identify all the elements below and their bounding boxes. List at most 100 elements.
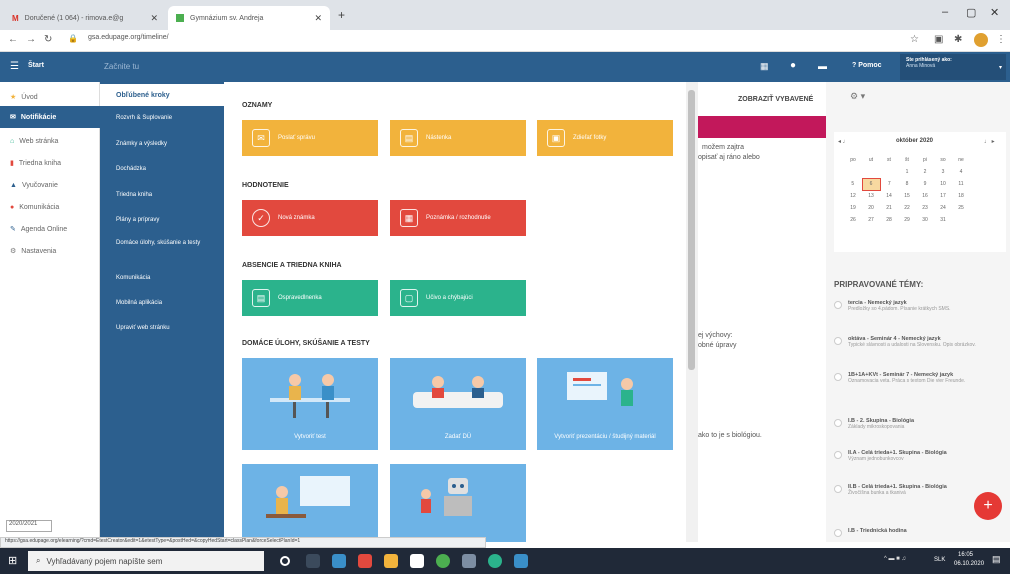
- calendar-day[interactable]: 2: [916, 166, 934, 178]
- calendar-day[interactable]: 14: [880, 190, 898, 202]
- teacher-board-card[interactable]: [242, 464, 378, 542]
- topic-radio[interactable]: [834, 529, 842, 537]
- pin-icon[interactable]: ✱: [954, 34, 962, 45]
- next-month-button[interactable]: ♩ ▸: [984, 138, 995, 145]
- noticeboard-card[interactable]: ▤ Nástenka: [390, 120, 526, 156]
- tab-edupage[interactable]: Gymnázium sv. Andreja ✕: [168, 6, 330, 30]
- calendar-day[interactable]: 17: [934, 190, 952, 202]
- topic-item[interactable]: II.A - Celá trieda+1. Skupina - Biológia…: [834, 450, 1004, 462]
- calendar-day[interactable]: 12: [844, 190, 862, 202]
- menu-mobilna[interactable]: Mobilná aplikácia: [116, 300, 222, 306]
- topic-item[interactable]: I.B - Triednická hodina: [834, 528, 1004, 537]
- calendar-day[interactable]: 28: [880, 214, 898, 226]
- topic-radio[interactable]: [834, 301, 842, 309]
- nav-komunikacia[interactable]: ● Komunikácia: [0, 196, 100, 218]
- nav-nastavenia[interactable]: ⚙ Nastavenia: [0, 240, 100, 262]
- calendar-day[interactable]: 30: [916, 214, 934, 226]
- topic-item[interactable]: I.B - 2. Skupina - Biológia Základy mikro…: [834, 418, 1004, 430]
- calendar-day[interactable]: 24: [934, 202, 952, 214]
- menu-triedna-kniha[interactable]: Triedna kniha: [116, 192, 222, 198]
- nav-uvod[interactable]: ★ Úvod: [0, 86, 100, 108]
- folder-icon[interactable]: [384, 554, 398, 568]
- topic-item[interactable]: tercia - Nemecký jazyk Predložky so 4.pád…: [834, 300, 1004, 312]
- profile-avatar[interactable]: [974, 33, 988, 47]
- topic-item[interactable]: oktáva - Seminár 4 - Nemecký jazyk Typick…: [834, 336, 1004, 348]
- calendar-day[interactable]: 3: [934, 166, 952, 178]
- calendar-day[interactable]: 1: [898, 166, 916, 178]
- store-icon[interactable]: [332, 554, 346, 568]
- menu-domace-ulohy[interactable]: Domáce úlohy, skúšanie a testy: [116, 240, 222, 246]
- menu-plany[interactable]: Plány a prípravy: [116, 217, 222, 223]
- nav-notifikacie[interactable]: ✉ Notifikácie: [0, 106, 100, 128]
- calendar-day[interactable]: 11: [952, 178, 970, 190]
- cortana-icon[interactable]: [280, 556, 290, 566]
- calendar-day[interactable]: 13: [862, 190, 880, 202]
- calendar-day[interactable]: 21: [880, 202, 898, 214]
- calendar-day[interactable]: 19: [844, 202, 862, 214]
- close-tab-icon[interactable]: ✕: [314, 13, 322, 24]
- settings-gear-icon[interactable]: ⚙ ▾: [850, 91, 865, 102]
- edge-icon[interactable]: [488, 554, 502, 568]
- close-tab-icon[interactable]: ✕: [150, 13, 158, 24]
- new-grade-card[interactable]: ✓ Nová známka: [242, 200, 378, 236]
- messages-icon[interactable]: ●: [790, 60, 796, 71]
- browser-menu-icon[interactable]: ⋮: [996, 34, 1006, 45]
- nav-triedna-kniha[interactable]: ▮ Triedna kniha: [0, 152, 100, 174]
- show-saved-button[interactable]: ZOBRAZIŤ VYBAVENÉ: [738, 96, 813, 103]
- clock-date[interactable]: 06.10.2020: [954, 561, 984, 567]
- prev-month-button[interactable]: ◂ ♩: [838, 138, 849, 145]
- start-label[interactable]: Štart: [28, 62, 44, 69]
- share-photos-card[interactable]: ▣ Zdieľať fotky: [537, 120, 673, 156]
- close-window-button[interactable]: ✕: [990, 6, 999, 19]
- note-card[interactable]: ▦ Poznámka / rozhodnutie: [390, 200, 526, 236]
- add-fab-button[interactable]: +: [974, 492, 1002, 520]
- forward-icon[interactable]: →: [26, 34, 36, 45]
- calendar-day[interactable]: 16: [916, 190, 934, 202]
- back-icon[interactable]: ←: [8, 34, 18, 45]
- tray-icons[interactable]: ^ ▬ ■ ♫: [884, 556, 906, 562]
- calendar-day[interactable]: 8: [898, 178, 916, 190]
- create-presentation-card[interactable]: Vytvoriť prezentáciu / študijný materiál: [537, 358, 673, 450]
- user-menu[interactable]: Ste prihlásený ako: Anna Minová ▾: [900, 54, 1006, 80]
- robot-card[interactable]: [390, 464, 526, 542]
- tab-gmail[interactable]: M Doručené (1 064) - rimova.e@g ✕: [4, 6, 166, 30]
- topic-radio[interactable]: [834, 373, 842, 381]
- calendar-day[interactable]: 25: [952, 202, 970, 214]
- calendar-day[interactable]: 22: [898, 202, 916, 214]
- language-indicator[interactable]: SLK: [934, 557, 945, 563]
- minimize-button[interactable]: –: [942, 6, 948, 18]
- menu-znamky[interactable]: Známky a výsledky: [116, 141, 222, 147]
- url-field[interactable]: gsa.edupage.org/timeline/: [88, 34, 169, 41]
- calendar-day[interactable]: 15: [898, 190, 916, 202]
- maximize-button[interactable]: ▢: [966, 6, 976, 19]
- nav-vyucovanie[interactable]: ▲ Vyučovanie: [0, 174, 100, 196]
- calendar-day[interactable]: 7: [880, 178, 898, 190]
- topic-radio[interactable]: [834, 451, 842, 459]
- search-input[interactable]: Začnite tu: [104, 62, 139, 71]
- clock-time[interactable]: 16:05: [958, 552, 973, 558]
- topic-item[interactable]: 1B+1A+KVt - Seminár 7 - Nemecký jazyk Ozn…: [834, 372, 1004, 384]
- camera-icon[interactable]: [462, 554, 476, 568]
- menu-oblubene[interactable]: Obľúbené kroky: [100, 84, 224, 106]
- panel-scrollbar-thumb[interactable]: [688, 90, 695, 370]
- outlook-icon[interactable]: [514, 554, 528, 568]
- notebook-icon[interactable]: ▬: [818, 61, 827, 71]
- curriculum-card[interactable]: ▢ Učivo a chýbajúci: [390, 280, 526, 316]
- calendar-day[interactable]: 31: [934, 214, 952, 226]
- reload-icon[interactable]: ↻: [44, 34, 52, 45]
- help-button[interactable]: ? Pomoc: [852, 62, 882, 69]
- notifications-icon[interactable]: ▤: [992, 554, 1001, 565]
- calendar-day[interactable]: 29: [898, 214, 916, 226]
- calendar-icon[interactable]: ▦: [760, 61, 769, 72]
- task-view-icon[interactable]: [306, 554, 320, 568]
- topic-radio[interactable]: [834, 485, 842, 493]
- school-year-select[interactable]: 2020/2021: [6, 520, 52, 532]
- calendar-day[interactable]: 4: [952, 166, 970, 178]
- calendar-day[interactable]: 20: [862, 202, 880, 214]
- menu-upravit-web[interactable]: Upraviť web stránku: [116, 325, 222, 331]
- send-message-card[interactable]: ✉ Poslať správu: [242, 120, 378, 156]
- menu-komunikacia[interactable]: Komunikácia: [116, 275, 222, 281]
- calendar-day[interactable]: 26: [844, 214, 862, 226]
- calendar-today[interactable]: 6: [861, 177, 881, 191]
- create-test-card[interactable]: Vytvoriť test: [242, 358, 378, 450]
